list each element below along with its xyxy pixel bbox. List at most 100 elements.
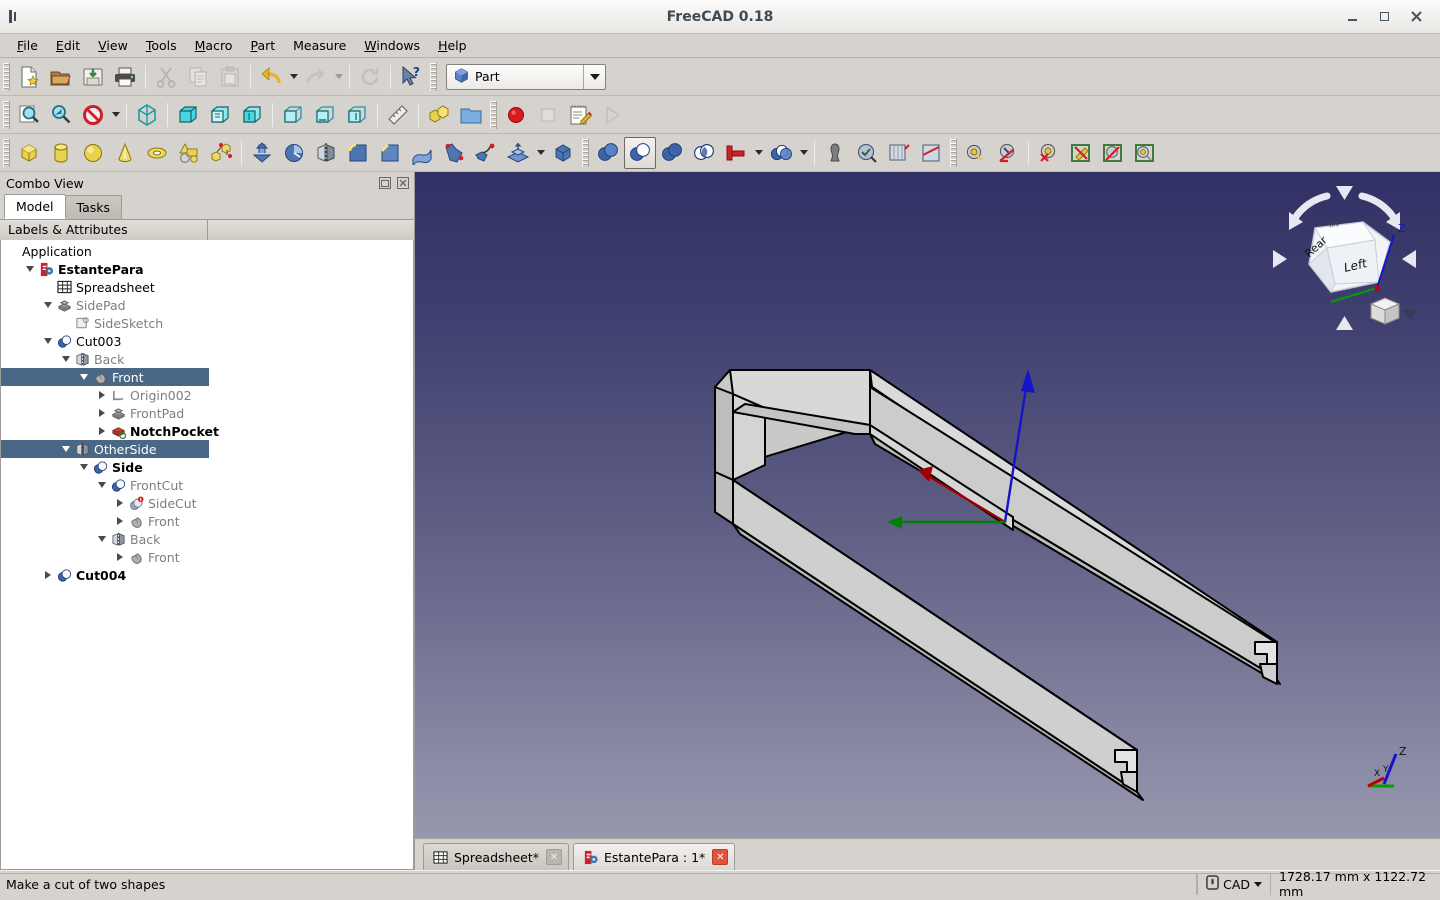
tree-item-sidesketch[interactable]: SideSketch: [1, 314, 413, 332]
revolve-button[interactable]: [278, 137, 310, 169]
cut-button[interactable]: [150, 61, 182, 93]
workbench-selector[interactable]: Part: [446, 63, 606, 90]
chevron-down-icon[interactable]: [583, 64, 605, 89]
thickness-button[interactable]: [547, 137, 579, 169]
expand-arrow-right-icon[interactable]: [95, 386, 109, 404]
compound-tools-button[interactable]: [819, 137, 851, 169]
cross-sections-button[interactable]: [883, 137, 915, 169]
measure-clear-all-button[interactable]: [1065, 137, 1097, 169]
macro-execute-button[interactable]: [596, 99, 628, 131]
toolbar-grip[interactable]: [3, 62, 10, 91]
paste-button[interactable]: [214, 61, 246, 93]
expand-arrow-down-icon[interactable]: [77, 368, 91, 386]
cut-boolean-button[interactable]: [624, 136, 656, 169]
close-button[interactable]: [1400, 2, 1432, 32]
tree-item-frontpad[interactable]: FrontPad: [1, 404, 413, 422]
loft-button[interactable]: [438, 137, 470, 169]
navigation-cube[interactable]: Rear Left Top Z: [1267, 180, 1422, 340]
maximize-button[interactable]: [1368, 2, 1400, 32]
tree-item-side[interactable]: Side: [1, 458, 413, 476]
menu-file[interactable]: File: [8, 35, 47, 56]
join-dropdown[interactable]: [752, 137, 765, 169]
close-icon[interactable]: [395, 176, 410, 191]
expand-arrow-down-icon[interactable]: [77, 458, 91, 476]
shape-builder-button[interactable]: [205, 137, 237, 169]
top-view-button[interactable]: [204, 99, 236, 131]
expand-arrow-right-icon[interactable]: [41, 566, 55, 584]
extrude-button[interactable]: [246, 137, 278, 169]
boolean-button[interactable]: [592, 137, 624, 169]
expand-arrow-right-icon[interactable]: [113, 548, 127, 566]
create-primitives-button[interactable]: [173, 137, 205, 169]
expand-arrow-down-icon[interactable]: [59, 440, 73, 458]
tree-item-estantepara[interactable]: EstantePara: [1, 260, 413, 278]
macros-dialog-button[interactable]: [564, 99, 596, 131]
chamfer-button[interactable]: [374, 137, 406, 169]
intersection-button[interactable]: [688, 137, 720, 169]
measure-angular-button[interactable]: [992, 137, 1024, 169]
column-labels-attributes[interactable]: Labels & Attributes: [0, 219, 208, 241]
expand-arrow-down-icon[interactable]: [95, 476, 109, 494]
tree-item-back[interactable]: Back: [1, 530, 413, 548]
right-view-button[interactable]: [236, 99, 268, 131]
close-tab-button[interactable]: ✕: [546, 849, 562, 865]
tree-item-front[interactable]: Front: [1, 368, 209, 386]
join-connect-button[interactable]: [720, 137, 752, 169]
tree-item-frontcut[interactable]: FrontCut: [1, 476, 413, 494]
fillet-button[interactable]: [342, 137, 374, 169]
copy-button[interactable]: [182, 61, 214, 93]
expand-arrow-right-icon[interactable]: [95, 404, 109, 422]
menu-tools[interactable]: Tools: [137, 35, 186, 56]
mirror-button[interactable]: [310, 137, 342, 169]
tree-item-front[interactable]: Front: [1, 512, 413, 530]
macro-record-button[interactable]: [500, 99, 532, 131]
minimize-button[interactable]: [1336, 2, 1368, 32]
menu-help[interactable]: Help: [429, 35, 476, 56]
expand-arrow-down-icon[interactable]: [41, 332, 55, 350]
tree-item-front[interactable]: Front: [1, 548, 413, 566]
tree-item-cut003[interactable]: Cut003: [1, 332, 413, 350]
split-dropdown[interactable]: [797, 137, 810, 169]
redo-button[interactable]: [300, 61, 332, 93]
draw-style-dropdown[interactable]: [109, 99, 122, 131]
tree-item-back[interactable]: Back: [1, 350, 413, 368]
check-geometry-button[interactable]: [851, 137, 883, 169]
expand-arrow-down-icon[interactable]: [59, 350, 73, 368]
expand-arrow-right-icon[interactable]: [95, 422, 109, 440]
fit-all-button[interactable]: [13, 99, 45, 131]
3d-canvas[interactable]: Rear Left Top Z X Y Z: [415, 172, 1440, 870]
expand-arrow-down-icon[interactable]: [95, 530, 109, 548]
refresh-button[interactable]: [354, 61, 386, 93]
cross-section-button[interactable]: [915, 137, 947, 169]
tree-item-spreadsheet[interactable]: Spreadsheet: [1, 278, 413, 296]
toolbar-grip[interactable]: [3, 138, 10, 167]
tree-item-notchpocket[interactable]: NotchPocket: [1, 422, 413, 440]
expand-arrow-right-icon[interactable]: [113, 494, 127, 512]
navigation-style-selector[interactable]: CAD: [1197, 872, 1270, 895]
menu-windows[interactable]: Windows: [355, 35, 429, 56]
split-boolean-button[interactable]: [765, 137, 797, 169]
sweep-button[interactable]: [470, 137, 502, 169]
measure-toggle-3d-button[interactable]: [1129, 137, 1161, 169]
print-document-button[interactable]: [109, 61, 141, 93]
toolbar-grip[interactable]: [950, 138, 957, 167]
menu-view[interactable]: View: [89, 35, 137, 56]
menu-part[interactable]: Part: [241, 35, 284, 56]
tree-item-otherside[interactable]: OtherSide: [1, 440, 209, 458]
tab-model[interactable]: Model: [4, 194, 66, 219]
left-view-button[interactable]: [341, 99, 373, 131]
tab-tasks[interactable]: Tasks: [64, 195, 123, 219]
model-tree[interactable]: Application EstantePara Spreadsheet SidePad…: [0, 240, 414, 870]
toolbar-grip[interactable]: [430, 62, 437, 91]
3d-viewport[interactable]: Rear Left Top Z X Y Z Spreadsheet* ✕ Est…: [415, 172, 1440, 870]
front-view-button[interactable]: [172, 99, 204, 131]
menu-measure[interactable]: Measure: [284, 35, 355, 56]
expand-arrow-right-icon[interactable]: [113, 512, 127, 530]
axonometric-view-button[interactable]: [131, 99, 163, 131]
rear-view-button[interactable]: [277, 99, 309, 131]
create-group-button[interactable]: [455, 99, 487, 131]
toolbar-grip[interactable]: [490, 100, 497, 129]
tree-item-sidepad[interactable]: SidePad: [1, 296, 413, 314]
document-tab-estantepara[interactable]: EstantePara : 1* ✕: [573, 843, 736, 870]
offset-button[interactable]: [502, 137, 534, 169]
